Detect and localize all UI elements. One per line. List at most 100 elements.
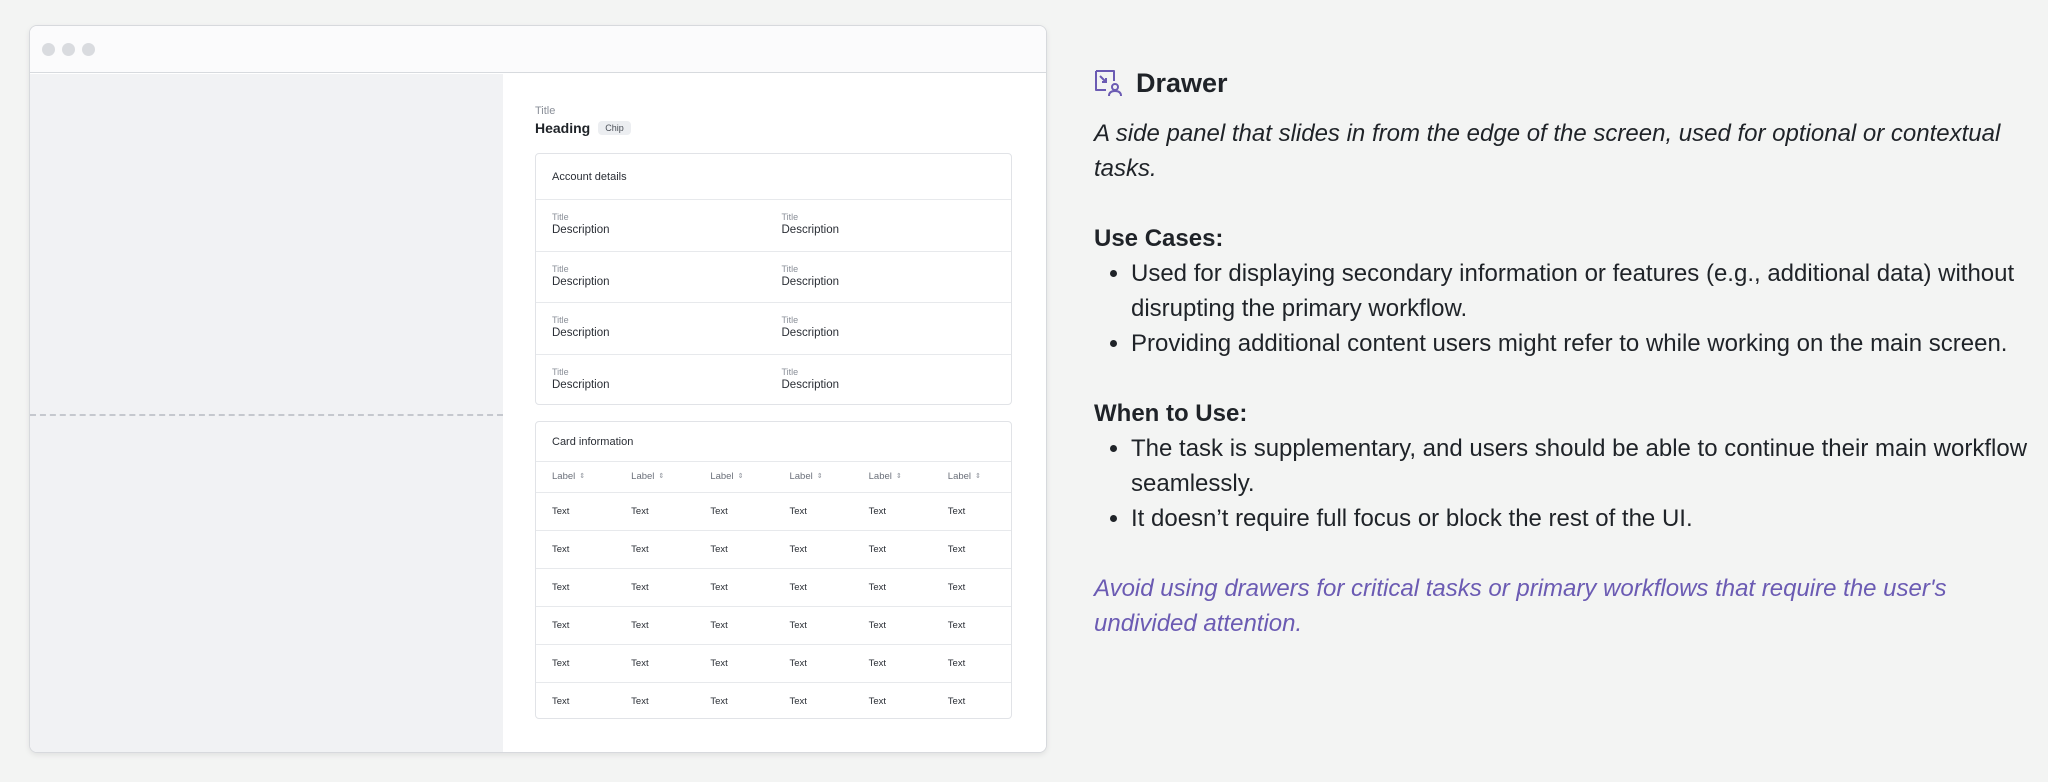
sort-icon[interactable]: ⇕: [975, 473, 981, 480]
column-header[interactable]: Label ⇕: [931, 462, 1011, 493]
detail-title: Title: [781, 366, 799, 377]
table-cell: Text: [852, 492, 932, 531]
detail-description: Description: [781, 378, 840, 391]
drawer-overline: Title: [535, 105, 556, 117]
detail-title: Title: [552, 212, 569, 222]
detail-row: Title Description Title Description: [536, 303, 1011, 355]
detail-item: Title Description: [552, 303, 782, 354]
table-cell: Text: [931, 568, 1011, 607]
table-header-row: Label ⇕ Label ⇕ Label ⇕ Label ⇕ Label ⇕ Label ⇕: [536, 462, 1011, 493]
column-header[interactable]: Label ⇕: [694, 462, 774, 493]
detail-description: Description: [552, 327, 610, 339]
detail-description: Description: [552, 275, 610, 288]
doc-title: Drawer: [1136, 67, 1228, 98]
detail-description: Description: [781, 327, 840, 339]
window-control-dot: [42, 42, 55, 56]
sort-icon[interactable]: ⇕: [738, 473, 744, 480]
table-cell: Text: [710, 695, 728, 707]
table-cell: Text: [852, 606, 932, 645]
when-to-use-list: The task is supplementary, and users sho…: [1131, 431, 2034, 536]
drawer-chip: Chip: [598, 121, 631, 135]
table-cell: Text: [852, 530, 932, 569]
table-cell: Text: [552, 695, 570, 707]
sort-icon[interactable]: ⇕: [896, 473, 902, 480]
column-label: Label: [868, 471, 892, 483]
detail-title: Title: [781, 212, 799, 222]
main-screen-area: [30, 74, 503, 752]
account-details-list: Title Description Title Description Title Des…: [536, 200, 1011, 406]
detail-description: Description: [552, 378, 610, 391]
table-cell: Text: [536, 530, 616, 569]
table-cell: Text: [773, 644, 853, 683]
detail-row: Title Description Title Description: [536, 355, 1011, 407]
detail-item: Title Description: [552, 252, 782, 303]
column-header[interactable]: Label ⇕: [773, 462, 853, 493]
drawer-panel: Title Heading Chip Account details Title…: [503, 74, 1046, 752]
use-cases-list: Used for displaying secondary informatio…: [1131, 256, 2034, 361]
detail-item: Title Description: [782, 355, 1012, 407]
window-control-dot: [62, 42, 75, 56]
card-information-card: Card information Label ⇕ Label ⇕ Label ⇕ Label…: [535, 421, 1012, 719]
column-label: Label: [947, 471, 972, 483]
column-label: Label: [710, 471, 734, 483]
table-cell: Text: [694, 530, 774, 569]
table-row: Text Text Text Text Text Text: [536, 568, 1011, 607]
table-cell: Text: [852, 568, 932, 607]
column-label: Label: [631, 471, 655, 483]
table-row: Text Text Text Text Text Text: [536, 644, 1011, 683]
doc-lead: A side panel that slides in from the edg…: [1094, 120, 2001, 182]
sort-icon[interactable]: ⇕: [817, 473, 823, 480]
table-cell: Text: [868, 695, 887, 707]
table-cell: Text: [773, 492, 853, 531]
window-content: Title Heading Chip Account details Title…: [30, 74, 1046, 752]
table-cell: Text: [789, 695, 807, 707]
table-cell: Text: [631, 695, 649, 707]
table-cell: Text: [536, 644, 616, 683]
column-label: Label: [789, 471, 813, 483]
table-row: Text Text Text Text Text Text: [536, 606, 1011, 645]
detail-item: Title Description: [782, 303, 1012, 354]
detail-title: Title: [552, 315, 569, 325]
detail-title: Title: [781, 315, 799, 325]
detail-item: Title Description: [552, 200, 782, 251]
table-cell: Text: [615, 492, 695, 531]
account-details-title: Account details: [536, 154, 1011, 200]
table-cell: Text: [536, 568, 616, 607]
table-cell: Text: [536, 492, 616, 531]
column-header[interactable]: Label ⇕: [536, 462, 616, 493]
table-body: Text Text Text Text Text Text Text Text Text Text…: [536, 492, 1011, 720]
table-cell: Text: [931, 606, 1011, 645]
table-cell: Text: [773, 530, 853, 569]
drawer-heading-row: Heading Chip: [535, 120, 631, 136]
window-control-dot: [82, 42, 95, 56]
table-row: Text Text Text Text Text Text: [536, 682, 1011, 720]
doc-warning: Avoid using drawers for critical tasks o…: [1094, 575, 1947, 637]
table-cell: Text: [694, 492, 774, 531]
table-cell: Text: [931, 492, 1011, 531]
list-item: Used for displaying secondary informatio…: [1131, 256, 2034, 326]
doc-title-row: Drawer: [1094, 62, 2034, 104]
account-details-card: Account details Title Description Title Des…: [535, 153, 1012, 405]
detail-title: Title: [781, 263, 799, 274]
table-cell: Text: [536, 606, 616, 645]
list-item: The task is supplementary, and users sho…: [1131, 431, 2034, 501]
column-header[interactable]: Label ⇕: [852, 462, 932, 493]
detail-row: Title Description Title Description: [536, 252, 1011, 303]
sort-icon[interactable]: ⇕: [579, 473, 585, 480]
detail-item: Title Description: [782, 200, 1012, 251]
detail-description: Description: [781, 224, 840, 236]
drawer-edge-guide: [30, 414, 503, 416]
table-cell: Text: [773, 606, 853, 645]
table-cell: Text: [852, 644, 932, 683]
table-cell: Text: [694, 644, 774, 683]
detail-title: Title: [552, 263, 569, 274]
card-information-title: Card information: [536, 422, 1011, 462]
window-titlebar: [30, 26, 1046, 73]
use-cases-heading: Use Cases:: [1094, 225, 1224, 252]
sort-icon[interactable]: ⇕: [658, 473, 664, 480]
table-cell: Text: [615, 568, 695, 607]
table-row: Text Text Text Text Text Text: [536, 530, 1011, 569]
column-header[interactable]: Label ⇕: [615, 462, 695, 493]
detail-title: Title: [552, 366, 569, 377]
table-cell: Text: [615, 606, 695, 645]
